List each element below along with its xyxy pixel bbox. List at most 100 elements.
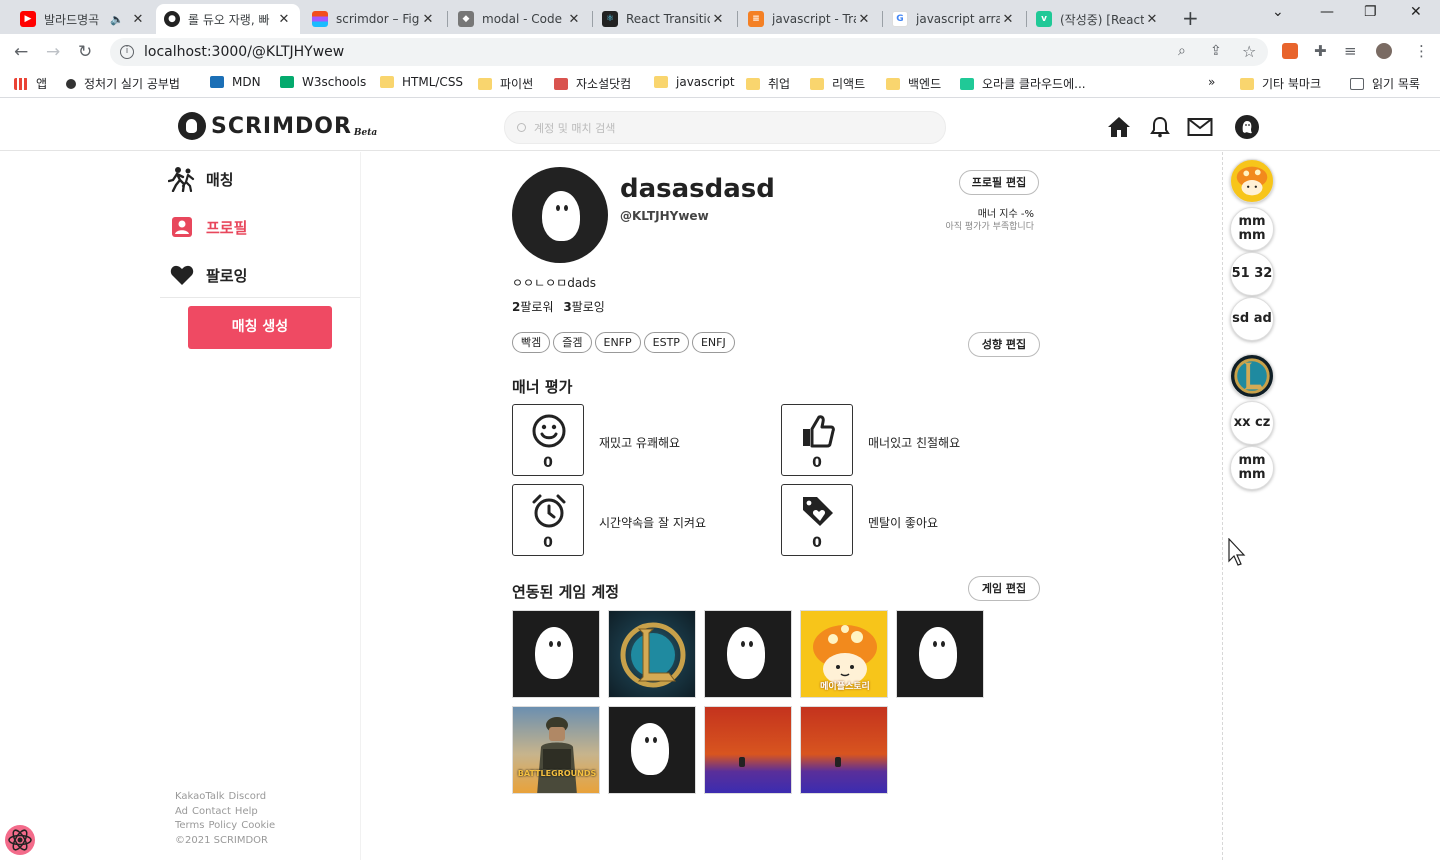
site-info-icon[interactable]: i <box>120 45 134 59</box>
following-avatar-text[interactable]: mm mm <box>1230 446 1274 490</box>
close-tab-icon[interactable]: ✕ <box>420 12 436 27</box>
bookmark-item[interactable]: 자소설닷컴 <box>554 75 631 92</box>
reading-list[interactable]: 읽기 목록 <box>1350 75 1420 92</box>
footer-link-help[interactable]: Help <box>235 806 258 817</box>
edit-tendency-button[interactable]: 성향 편집 <box>968 332 1040 357</box>
share-icon[interactable]: ⇪ <box>1210 43 1222 59</box>
following-avatar-text[interactable]: 51 32 <box>1230 252 1274 296</box>
footer-link-cookie[interactable]: Cookie <box>241 820 275 831</box>
restore-icon[interactable]: ❐ <box>1364 4 1377 20</box>
manner-index: 매너 지수 -% <box>977 209 1034 220</box>
close-tab-icon[interactable]: ✕ <box>856 12 872 27</box>
bell-icon[interactable] <box>1148 115 1172 139</box>
game-account-tile[interactable] <box>896 610 984 698</box>
home-icon[interactable] <box>1107 115 1131 139</box>
nav-item-following[interactable]: 팔로잉 <box>168 262 247 288</box>
media-queue-icon[interactable]: ≡ <box>1344 42 1357 60</box>
react-devtools-icon[interactable] <box>4 824 36 856</box>
bookmark-folder[interactable]: 리액트 <box>810 75 865 92</box>
search-input[interactable]: 계정 및 매치 검색 <box>504 111 946 144</box>
mail-icon[interactable] <box>1187 115 1213 139</box>
url-input[interactable]: i localhost:3000/@KLTJHYwew <box>110 38 1268 66</box>
minimize-icon[interactable]: — <box>1320 4 1334 20</box>
bookmark-folder[interactable]: javascript <box>654 75 735 89</box>
following-avatar-text[interactable]: xx cz <box>1230 401 1274 445</box>
followers-label[interactable]: 팔로워 <box>520 300 553 314</box>
browser-tab[interactable]: ⚛ React Transitio ✕ <box>594 4 734 34</box>
extension-icon[interactable] <box>1282 43 1298 59</box>
bookmarks-overflow-icon[interactable]: » <box>1208 75 1215 89</box>
bookmark-item[interactable]: 정처기 실기 공부법 <box>66 75 180 92</box>
browser-tab[interactable]: v (작성중) [React ✕ <box>1028 4 1168 34</box>
game-account-tile[interactable] <box>704 610 792 698</box>
bookmark-item[interactable]: 오라클 클라우드에... <box>960 75 1086 92</box>
following-label[interactable]: 팔로잉 <box>572 300 605 314</box>
footer-link-terms[interactable]: Terms <box>175 820 204 831</box>
browser-tab-active[interactable]: ● 롤 듀오 자랭, 빠 ✕ <box>156 4 300 34</box>
bookmark-item[interactable]: W3schools <box>280 75 366 89</box>
new-tab-icon[interactable]: + <box>1182 6 1199 30</box>
browser-tab[interactable]: ◆ modal - Code ✕ <box>450 4 590 34</box>
lol-logo-icon <box>1234 358 1270 394</box>
back-arrow-icon[interactable]: ← <box>14 42 28 62</box>
browser-tab[interactable]: scrimdor – Figma ✕ <box>304 4 444 34</box>
close-tab-icon[interactable]: ✕ <box>1144 12 1160 27</box>
close-tab-icon[interactable]: ✕ <box>566 12 582 27</box>
bookmark-item[interactable]: MDN <box>210 75 261 89</box>
close-tab-icon[interactable]: ✕ <box>710 12 726 27</box>
maplestory-caption: 메이플스토리 <box>820 682 870 692</box>
nav-divider <box>160 297 360 298</box>
footer-link-discord[interactable]: Discord <box>229 791 267 802</box>
forward-arrow-icon[interactable]: → <box>46 42 60 62</box>
manner-count: 0 <box>812 535 822 551</box>
following-count[interactable]: 3 <box>563 300 571 314</box>
game-account-tile[interactable] <box>608 706 696 794</box>
browser-tab-bar: ▶ 발라드명곡 🔈 ✕ ● 롤 듀오 자랭, 빠 ✕ scrimdor – Fi… <box>0 0 1440 34</box>
footer-link-kakaotalk[interactable]: KakaoTalk <box>175 791 225 802</box>
profile-ghost-icon[interactable] <box>1235 115 1259 139</box>
zoom-icon[interactable]: ⌕ <box>1178 43 1186 59</box>
game-account-tile-sunset[interactable] <box>800 706 888 794</box>
game-account-tile-pubg[interactable]: BATTLEGROUNDS <box>512 706 600 794</box>
following-avatar-text[interactable]: mm mm <box>1230 207 1274 251</box>
close-window-icon[interactable]: ✕ <box>1410 4 1422 20</box>
edit-games-button[interactable]: 게임 편집 <box>968 576 1040 601</box>
following-avatar-lol[interactable] <box>1230 354 1274 398</box>
bookmark-apps[interactable]: 앱 <box>14 75 47 92</box>
close-tab-icon[interactable]: ✕ <box>130 12 146 27</box>
bookmark-folder[interactable]: 백엔드 <box>886 75 941 92</box>
bookmark-star-icon[interactable]: ☆ <box>1242 42 1256 61</box>
bookmark-folder[interactable]: HTML/CSS <box>380 75 463 89</box>
following-avatar-maple[interactable] <box>1230 159 1274 203</box>
footer-link-ad[interactable]: Ad <box>175 806 188 817</box>
nav-item-matching[interactable]: 매칭 <box>168 166 234 192</box>
bookmark-folder-other[interactable]: 기타 북마크 <box>1240 75 1321 92</box>
create-match-button[interactable]: 매칭 생성 <box>188 306 332 349</box>
game-account-tile-lol[interactable] <box>608 610 696 698</box>
edit-profile-button[interactable]: 프로필 편집 <box>959 170 1039 195</box>
puzzle-icon[interactable]: ✚ <box>1314 42 1327 60</box>
site-logo[interactable]: SCRIMDOR Beta <box>178 112 377 140</box>
reload-icon[interactable]: ↻ <box>78 42 92 62</box>
browser-tab[interactable]: G javascript array ✕ <box>884 4 1024 34</box>
browser-tab[interactable]: ▶ 발라드명곡 🔈 ✕ <box>12 4 154 34</box>
bookmark-folder[interactable]: 취업 <box>746 75 790 92</box>
profile-bio: ㅇㅇㄴㅇㅁdads <box>512 276 597 290</box>
scrimdor-favicon-icon: ● <box>164 11 180 27</box>
game-account-tile-maplestory[interactable]: 메이플스토리 <box>800 610 888 698</box>
speaker-icon[interactable]: 🔈 <box>110 13 124 26</box>
game-account-tile[interactable] <box>512 610 600 698</box>
bookmark-folder[interactable]: 파이썬 <box>478 75 533 92</box>
more-vertical-icon[interactable]: ⋮ <box>1414 42 1429 60</box>
nav-item-profile[interactable]: 프로필 <box>168 214 247 240</box>
close-tab-icon[interactable]: ✕ <box>276 12 292 27</box>
browser-tab[interactable]: ≡ javascript - Tra ✕ <box>740 4 880 34</box>
tab-search-chevron-icon[interactable]: ⌄ <box>1272 4 1284 20</box>
close-tab-icon[interactable]: ✕ <box>1000 12 1016 27</box>
profile-avatar-icon[interactable] <box>1376 43 1392 59</box>
game-account-tile-sunset[interactable] <box>704 706 792 794</box>
following-avatar-text[interactable]: sd ad <box>1230 297 1274 341</box>
footer-link-contact[interactable]: Contact <box>192 806 231 817</box>
manner-card-mental: 0 <box>781 484 853 556</box>
footer-link-policy[interactable]: Policy <box>208 820 237 831</box>
